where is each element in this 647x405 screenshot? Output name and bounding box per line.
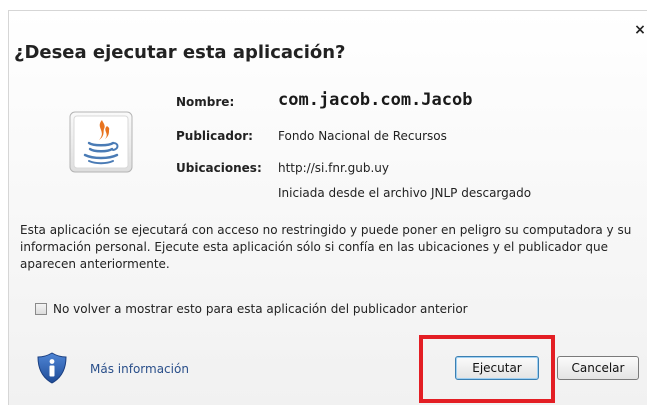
security-warning-text: Esta aplicación se ejecutará con acceso …	[20, 223, 632, 271]
locations-label: Ubicaciones:	[176, 161, 262, 175]
cancel-button[interactable]: Cancelar	[557, 356, 639, 380]
name-label: Nombre:	[176, 95, 235, 109]
java-icon	[69, 111, 133, 173]
application-name: com.jacob.com.Jacob	[278, 90, 473, 110]
publisher-label: Publicador:	[176, 129, 253, 143]
security-dialog	[8, 10, 647, 405]
dont-show-again-checkbox[interactable]	[35, 303, 47, 315]
publisher-value: Fondo Nacional de Recursos	[278, 129, 447, 143]
run-button[interactable]: Ejecutar	[455, 356, 539, 380]
more-info-link[interactable]: Más información	[90, 362, 189, 376]
dont-show-again-row[interactable]: No volver a mostrar esto para esta aplic…	[35, 302, 468, 316]
location-note: Iniciada desde el archivo JNLP descargad…	[278, 186, 532, 200]
info-shield-icon	[37, 352, 67, 384]
location-url: http://si.fnr.gub.uy	[278, 161, 389, 175]
dont-show-again-label[interactable]: No volver a mostrar esto para esta aplic…	[53, 302, 468, 316]
dialog-title: ¿Desea ejecutar esta aplicación?	[14, 42, 346, 63]
close-button[interactable]: ×	[633, 22, 647, 38]
